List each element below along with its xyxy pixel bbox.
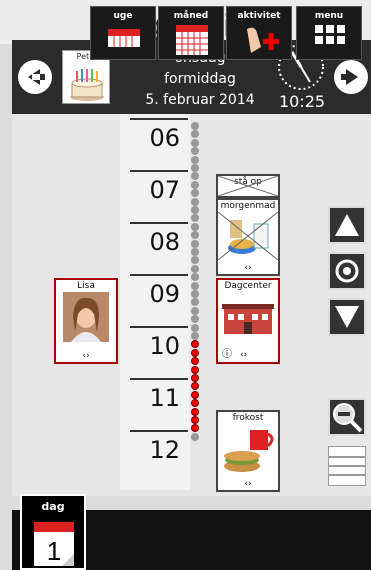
time-dot: [191, 180, 199, 189]
day-calendar-icon: 1: [34, 522, 74, 566]
tab-label: aktivitet: [237, 11, 281, 21]
tab-label: måned: [173, 11, 209, 21]
sync-icon: ‹›: [244, 263, 252, 273]
birthday-cake-icon: [70, 69, 104, 101]
date-label: 5. februar 2014: [145, 92, 255, 108]
sync-icon: ‹›: [244, 479, 252, 489]
hand-plus-icon: [247, 27, 279, 53]
time-dot: [191, 206, 199, 214]
scroll-up-button[interactable]: [328, 206, 366, 244]
time-dot: [191, 122, 199, 130]
activity-label: frokost: [232, 413, 264, 423]
tab-menu[interactable]: menu: [296, 6, 362, 60]
time-dot: [191, 374, 199, 382]
time-dot: [191, 407, 199, 416]
tab-label: dag: [41, 500, 65, 513]
info-icon[interactable]: ⓘ: [222, 345, 232, 360]
time-dot: [191, 290, 199, 298]
week-calendar-icon: [108, 29, 140, 47]
tab-label: menu: [314, 11, 344, 21]
list-view-button[interactable]: [328, 446, 366, 486]
next-day-button[interactable]: [334, 60, 368, 94]
time-dot: [191, 281, 199, 290]
clock-time: 10:25: [278, 92, 326, 111]
hour-row-06: 06: [130, 118, 188, 170]
activity-card-staa-op[interactable]: stå op: [216, 174, 280, 198]
triangle-up-icon: [335, 214, 359, 236]
cross-out-icon: [218, 212, 278, 260]
tab-uge[interactable]: uge: [90, 6, 156, 60]
sync-icon: ‹›: [240, 350, 248, 360]
time-dot: [191, 248, 199, 256]
time-dot: [191, 264, 199, 273]
person-name: Lisa: [77, 281, 95, 291]
time-dot: [191, 164, 199, 172]
tab-label: uge: [113, 11, 133, 21]
cross-out-icon: [218, 176, 278, 196]
grid-menu-icon: [315, 25, 345, 44]
time-dot: [191, 239, 199, 248]
hour-label: 10: [149, 332, 180, 360]
tab-dag[interactable]: dag 1: [20, 494, 86, 570]
target-icon: [335, 259, 359, 283]
activity-card-frokost[interactable]: frokost ‹›: [216, 410, 280, 492]
hour-row-07: 07: [130, 170, 188, 222]
list-lines-icon: [329, 456, 365, 476]
activity-label: morgenmad: [220, 201, 276, 211]
time-dot: [191, 365, 199, 374]
building-icon: [222, 304, 274, 334]
svg-text:1: 1: [47, 536, 61, 566]
time-dot: [191, 390, 199, 399]
hour-label: 07: [149, 176, 180, 204]
triangle-down-icon: [335, 306, 359, 328]
time-dot: [191, 432, 199, 441]
lunch-icon: [224, 430, 274, 472]
arrow-left-icon: [28, 69, 45, 85]
hour-label: 09: [149, 280, 180, 308]
tab-aktivitet[interactable]: aktivitet: [226, 6, 292, 60]
hour-row-12: 12: [130, 430, 188, 482]
jump-to-now-button[interactable]: [328, 252, 366, 290]
activity-label: Dagcenter: [224, 281, 272, 291]
sync-icon: ‹›: [82, 351, 90, 361]
prev-day-button[interactable]: [18, 60, 52, 94]
hour-label: 08: [149, 228, 180, 256]
time-dot: [191, 222, 199, 231]
hour-row-10: 10: [130, 326, 188, 378]
person-photo: [63, 292, 109, 342]
month-calendar-icon: [176, 25, 208, 55]
time-dot: [191, 138, 199, 147]
arrow-right-icon: [341, 69, 358, 85]
hour-label: 06: [149, 124, 180, 152]
hour-row-08: 08: [130, 222, 188, 274]
time-dot: [191, 348, 199, 357]
zoom-out-button[interactable]: [328, 398, 366, 436]
time-dot: [191, 416, 199, 424]
tab-maaned[interactable]: måned: [158, 6, 224, 60]
time-dot: [191, 306, 199, 315]
time-dot: [191, 332, 199, 340]
part-of-day-label: formiddag: [164, 71, 236, 87]
time-dot: [191, 197, 199, 206]
scroll-down-button[interactable]: [328, 298, 366, 336]
time-dot: [191, 155, 199, 164]
activity-card-dagcenter[interactable]: Dagcenter ⓘ ‹›: [216, 278, 280, 364]
hour-label: 11: [149, 384, 180, 412]
zoom-out-icon: [333, 403, 363, 433]
time-dot: [191, 323, 199, 332]
activity-card-morgenmad[interactable]: morgenmad ‹›: [216, 198, 280, 276]
hour-row-09: 09: [130, 274, 188, 326]
hour-label: 12: [149, 436, 180, 464]
hour-row-11: 11: [130, 378, 188, 430]
person-card-lisa[interactable]: Lisa ‹›: [54, 278, 118, 364]
